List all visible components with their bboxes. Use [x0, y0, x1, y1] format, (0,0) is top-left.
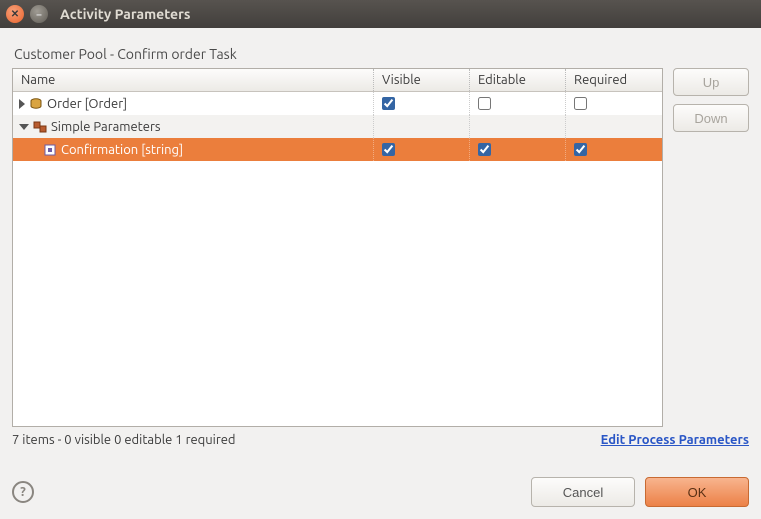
table-row[interactable]: Order [Order] [13, 92, 662, 115]
help-icon[interactable]: ? [12, 481, 34, 503]
page-subtitle: Customer Pool - Confirm order Task [14, 46, 747, 62]
visible-checkbox[interactable] [382, 143, 395, 156]
column-required[interactable]: Required [566, 69, 662, 91]
visible-checkbox[interactable] [382, 97, 395, 110]
group-icon [33, 120, 47, 134]
ok-button[interactable]: OK [645, 477, 749, 507]
row-label: Simple Parameters [51, 120, 161, 134]
column-visible[interactable]: Visible [374, 69, 470, 91]
minimize-icon[interactable]: – [30, 5, 48, 23]
chevron-down-icon[interactable] [19, 124, 29, 130]
column-editable[interactable]: Editable [470, 69, 566, 91]
close-icon[interactable]: ✕ [6, 5, 24, 23]
required-checkbox[interactable] [574, 143, 587, 156]
title-bar: ✕ – Activity Parameters [0, 0, 761, 28]
required-checkbox[interactable] [574, 97, 587, 110]
edit-process-parameters-link[interactable]: Edit Process Parameters [601, 433, 749, 447]
cancel-button[interactable]: Cancel [531, 477, 635, 507]
column-name[interactable]: Name [13, 69, 374, 91]
row-label: Order [Order] [47, 97, 127, 111]
barrel-icon [29, 97, 43, 111]
window-title: Activity Parameters [60, 6, 190, 22]
param-icon [43, 143, 57, 157]
up-button[interactable]: Up [673, 68, 749, 96]
row-label: Confirmation [string] [61, 143, 183, 157]
chevron-right-icon[interactable] [19, 99, 25, 109]
table-header: Name Visible Editable Required [13, 69, 662, 92]
table-row[interactable]: Confirmation [string] [13, 138, 662, 161]
down-button[interactable]: Down [673, 104, 749, 132]
status-text: 7 items - 0 visible 0 editable 1 require… [12, 433, 236, 447]
table-row[interactable]: Simple Parameters [13, 115, 662, 138]
editable-checkbox[interactable] [478, 143, 491, 156]
editable-checkbox[interactable] [478, 97, 491, 110]
parameters-table: Name Visible Editable Required Order [Or… [12, 68, 663, 427]
